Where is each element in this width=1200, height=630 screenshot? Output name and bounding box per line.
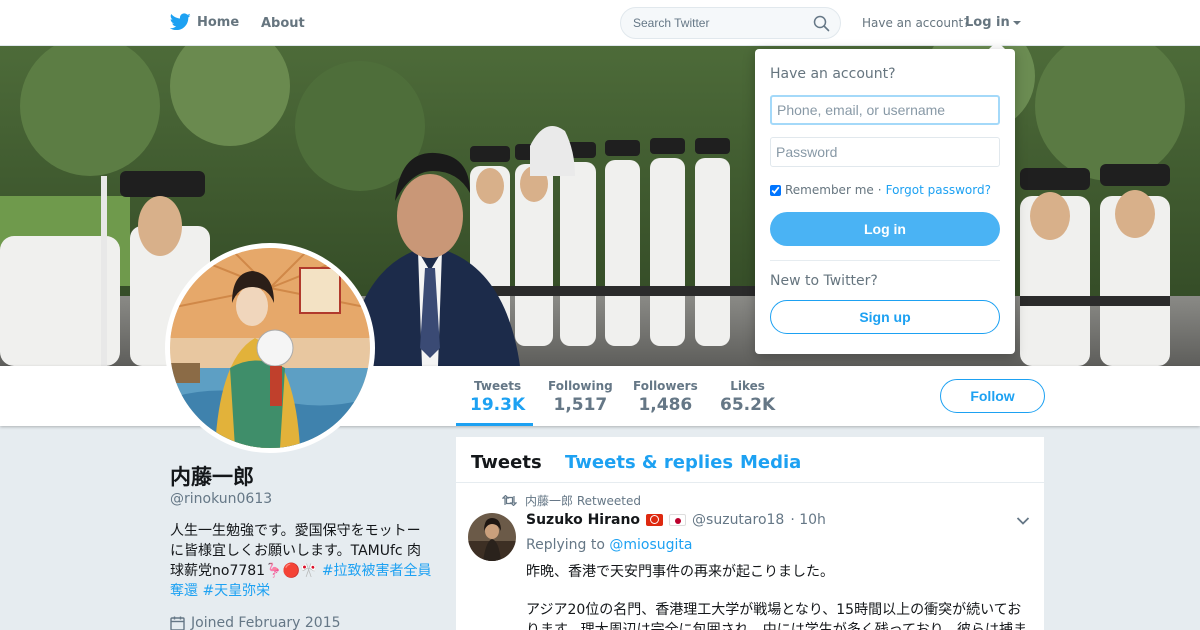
login-dropdown-toggle[interactable]: Log in — [965, 15, 1021, 30]
top-nav: Home About Have an account? Log in — [0, 0, 1200, 46]
stat-likes-value: 65.2K — [720, 395, 776, 415]
replying-to: Replying to @miosugita — [526, 537, 693, 553]
forgot-password-link[interactable]: Forgot password? — [886, 183, 991, 197]
tweet-text: アジア20位の名門、香港理工大学が戦場となり、15時間以上の衝突が続いております… — [526, 602, 1028, 630]
chevron-down-icon — [1012, 20, 1021, 25]
stat-likes-label: Likes — [730, 379, 765, 393]
stat-tweets[interactable]: Tweets 19.3K — [470, 379, 525, 415]
login-button[interactable]: Log in — [770, 212, 1000, 246]
remember-row: Remember me · Forgot password? — [770, 183, 991, 197]
remember-me-label[interactable]: Remember me — [785, 183, 874, 197]
bio-line: 奪還 #天皇弥栄 — [170, 581, 440, 601]
stat-following-value: 1,517 — [553, 395, 608, 415]
hashtag-link-cont[interactable]: 奪還 — [170, 583, 198, 599]
search-box[interactable] — [620, 7, 841, 39]
nav-home-label: Home — [197, 14, 240, 30]
nav-home-link[interactable]: Home — [170, 13, 239, 31]
dropdown-title: Have an account? — [770, 66, 896, 82]
new-to-twitter-text: New to Twitter? — [770, 273, 878, 289]
follow-button[interactable]: Follow — [940, 379, 1045, 413]
stat-likes[interactable]: Likes 65.2K — [720, 379, 775, 415]
profile-bio: 人生一生勉強です。愛国保守をモットー に皆様宜しくお願いします。TAMUfc 肉… — [170, 521, 440, 601]
joined-text: Joined February 2015 — [191, 615, 341, 630]
hashtag-link[interactable]: #拉致被害者全員 — [322, 563, 432, 579]
retweet-context-text[interactable]: 内藤一郎 Retweeted — [525, 492, 641, 509]
stat-tweets-label: Tweets — [474, 379, 522, 393]
tweet-header: Suzuko Hirano @suzutaro18 · 10h — [526, 512, 826, 528]
tab-tweets[interactable]: Tweets — [471, 452, 542, 473]
tweet-author-handle[interactable]: @suzutaro18 — [692, 512, 784, 528]
remember-me-checkbox[interactable] — [770, 184, 781, 196]
search-input[interactable] — [633, 16, 803, 30]
tab-tweets-replies[interactable]: Tweets & replies — [565, 452, 733, 473]
tweet-author-avatar[interactable] — [468, 513, 516, 561]
stat-followers-value: 1,486 — [638, 395, 693, 415]
password-field[interactable] — [770, 137, 1000, 167]
profile-name[interactable]: 内藤一郎 — [170, 461, 254, 491]
tweet-time[interactable]: · 10h — [790, 512, 826, 528]
bio-line: 人生一生勉強です。愛国保守をモットー — [170, 523, 421, 539]
retweet-context: 内藤一郎 Retweeted — [502, 492, 641, 509]
profile-handle[interactable]: @rinokun0613 — [170, 491, 272, 507]
tab-media[interactable]: Media — [740, 452, 801, 473]
tweet-text: 昨晩、香港で天安門事件の再来が起こりました。 — [526, 564, 834, 580]
signup-button[interactable]: Sign up — [770, 300, 1000, 334]
login-dropdown: Have an account? Remember me · Forgot pa… — [755, 49, 1015, 354]
mention-link[interactable]: @miosugita — [609, 537, 692, 553]
stat-following[interactable]: Following 1,517 — [548, 379, 613, 415]
stat-tweets-value: 19.3K — [470, 395, 526, 415]
bio-emoji: 🦩🔴🎌 — [265, 563, 318, 579]
active-stat-underline — [456, 423, 533, 426]
japan-flag-icon — [669, 514, 687, 526]
hong-kong-flag-icon — [646, 514, 664, 526]
tweet-author-name[interactable]: Suzuko Hirano — [526, 512, 640, 528]
stat-following-label: Following — [548, 379, 613, 393]
stat-followers[interactable]: Followers 1,486 — [633, 379, 698, 415]
hashtag-link[interactable]: #天皇弥栄 — [202, 583, 270, 599]
bio-line: に皆様宜しくお願いします。TAMUfc 肉 — [170, 543, 422, 559]
stat-followers-label: Followers — [633, 379, 698, 393]
timeline: Tweets Tweets & replies Media 内藤一郎 Retwe… — [456, 437, 1044, 630]
timeline-tabs: Tweets Tweets & replies Media — [456, 437, 1044, 483]
tweet[interactable]: 内藤一郎 Retweeted Suzuko Hirano @suzutaro18… — [456, 483, 1044, 630]
chevron-down-icon[interactable] — [1016, 516, 1030, 526]
bio-line: 球薪党no7781🦩🔴🎌 #拉致被害者全員 — [170, 561, 440, 581]
search-icon[interactable] — [813, 15, 830, 32]
separator-dot: · — [877, 183, 882, 197]
retweet-icon — [502, 495, 517, 506]
joined-date: Joined February 2015 — [170, 615, 341, 630]
login-link-label: Log in — [965, 15, 1010, 30]
username-field[interactable] — [770, 95, 1000, 125]
replying-to-label: Replying to — [526, 537, 605, 553]
bio-text: 球薪党no7781 — [170, 563, 266, 579]
twitter-bird-icon — [170, 13, 191, 31]
have-account-text: Have an account? — [862, 16, 970, 30]
divider — [770, 260, 1000, 261]
calendar-icon — [170, 616, 185, 630]
avatar[interactable] — [165, 243, 375, 453]
nav-about-link[interactable]: About — [261, 16, 305, 31]
